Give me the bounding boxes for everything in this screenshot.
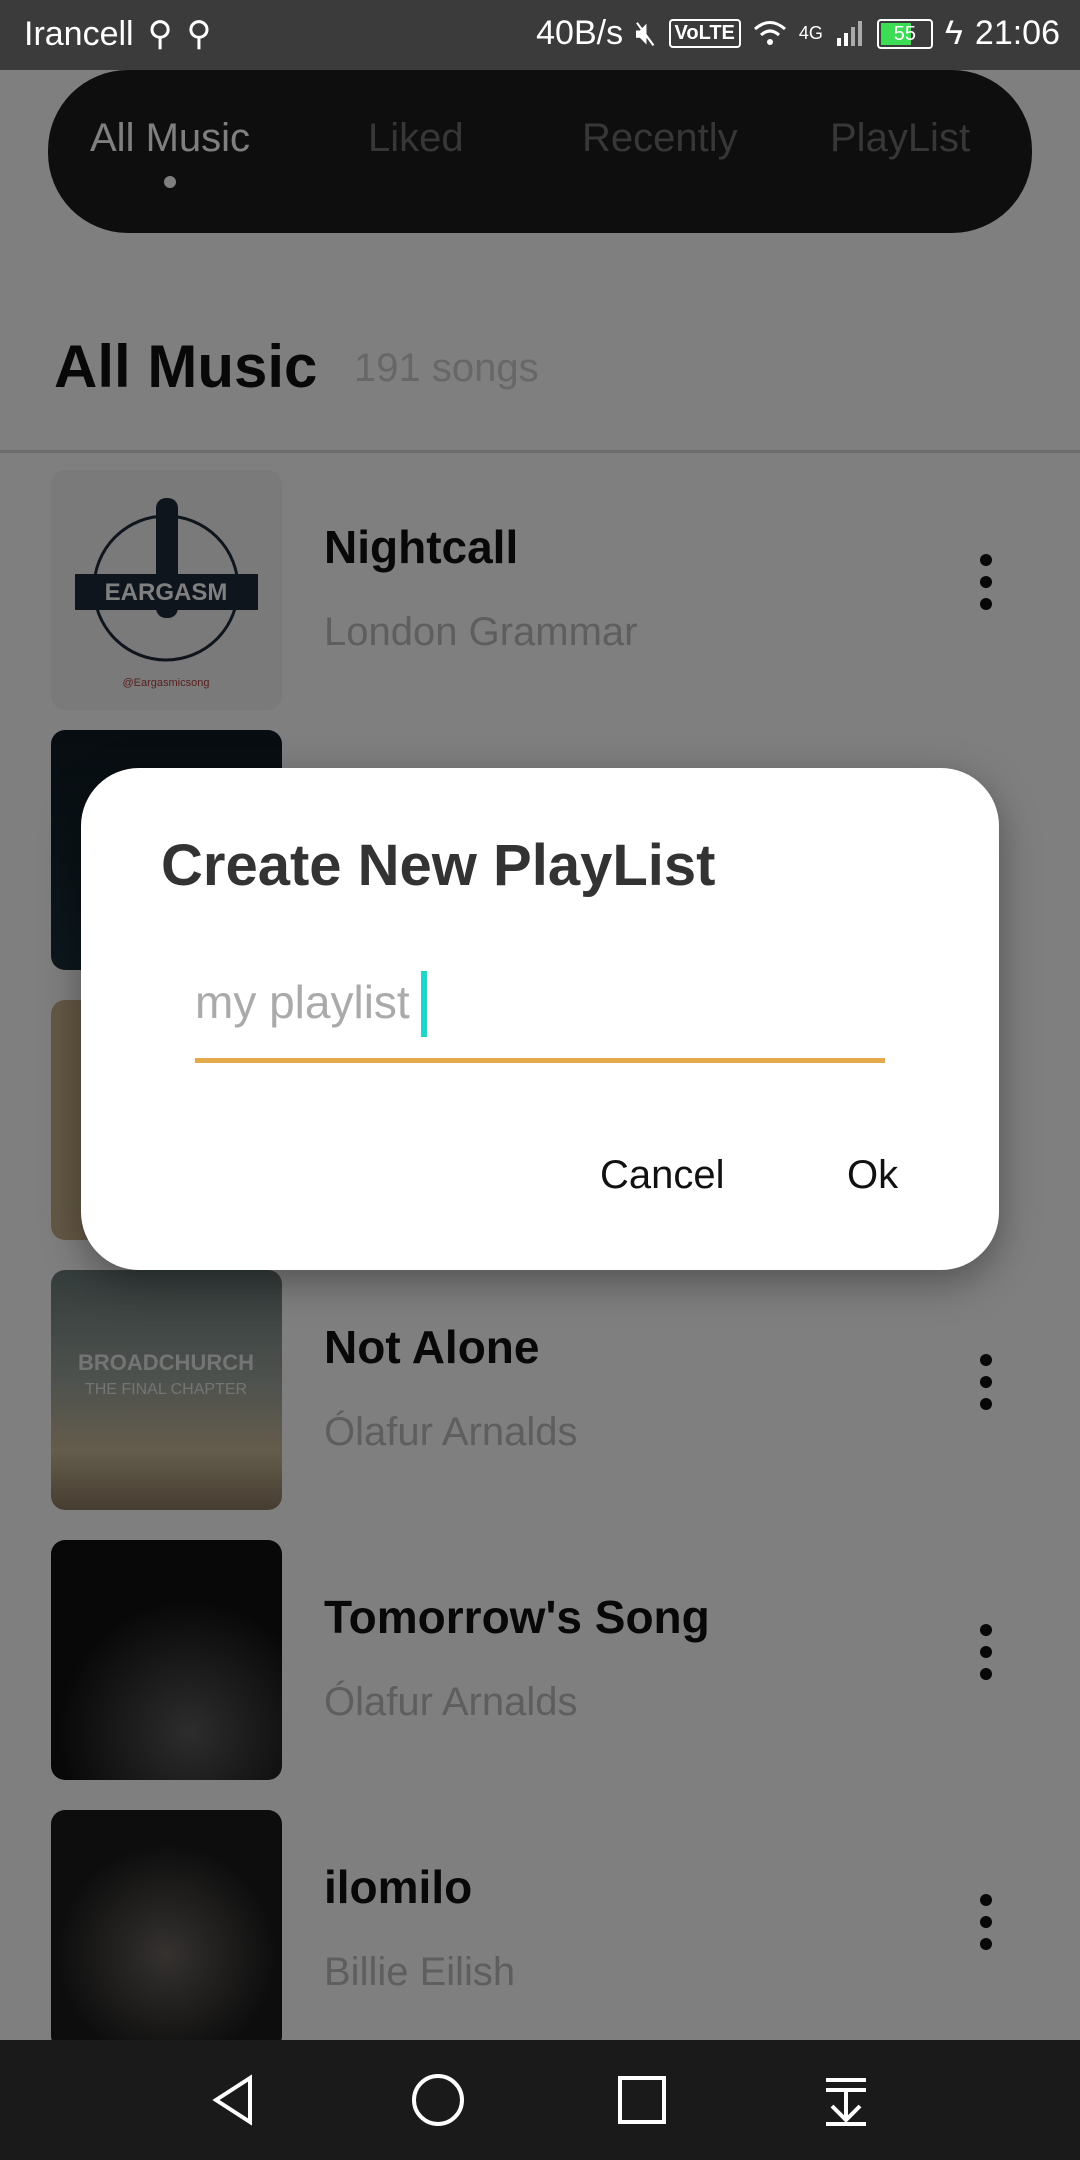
signal-icon xyxy=(836,20,862,46)
notification-pull-icon[interactable] xyxy=(816,2070,876,2130)
text-caret xyxy=(421,971,427,1037)
mute-icon: 🔇︎ xyxy=(635,14,657,52)
volte-badge: VoLTE xyxy=(668,19,741,48)
back-icon[interactable] xyxy=(204,2070,264,2130)
create-playlist-dialog: Create New PlayList my playlist Cancel O… xyxy=(81,768,999,1270)
charging-icon: ϟ xyxy=(944,14,963,52)
input-value: my playlist xyxy=(195,976,410,1028)
battery-level: 55 xyxy=(893,22,917,45)
clock: 21:06 xyxy=(974,14,1060,52)
system-nav-bar xyxy=(0,2040,1080,2160)
usb-icon: ⚲ xyxy=(186,15,212,53)
net-speed: 40B/s xyxy=(536,14,624,52)
status-bar: Irancell ⚲ ⚲ 40B/s 🔇︎ VoLTE 4G 55 ϟ 21:0… xyxy=(0,0,1080,70)
recents-icon[interactable] xyxy=(612,2070,672,2130)
network-type: 4G xyxy=(798,23,823,43)
ok-button[interactable]: Ok xyxy=(847,1153,898,1198)
home-icon[interactable] xyxy=(408,2070,468,2130)
playlist-name-input[interactable]: my playlist xyxy=(195,963,885,1063)
dialog-title: Create New PlayList xyxy=(161,833,716,898)
wifi-icon xyxy=(753,20,786,45)
carrier-label: Irancell xyxy=(24,14,134,53)
usb-icon: ⚲ xyxy=(147,15,173,53)
cancel-button[interactable]: Cancel xyxy=(600,1153,725,1198)
battery-icon: 55 xyxy=(876,18,933,49)
